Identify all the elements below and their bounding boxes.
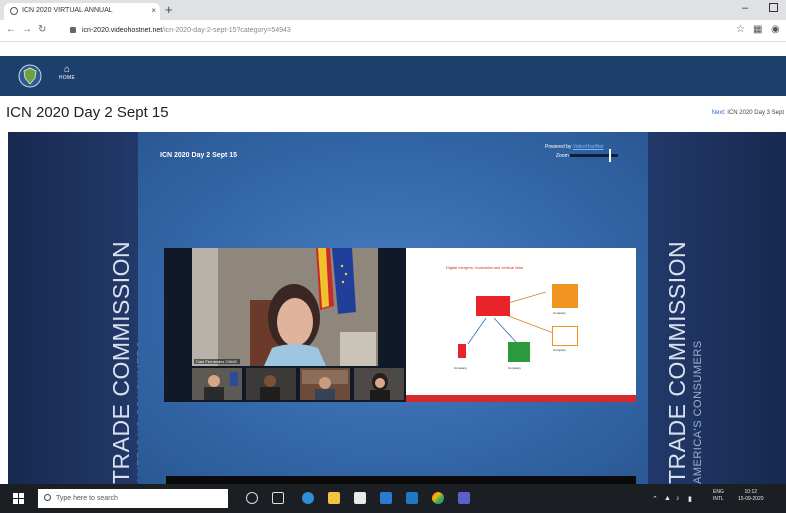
slide-central-company (476, 296, 510, 316)
browser-toolbar: ← → ↻ icn-2020.videohostnet.net/icn-2020… (0, 20, 786, 42)
home-link[interactable]: ⌂ HOME (58, 64, 76, 82)
extensions-icon[interactable]: ▦ (753, 24, 762, 35)
mail-icon[interactable] (406, 492, 418, 504)
site-header: ⌂ HOME (0, 56, 786, 96)
url-path: /icn-2020-day-2-sept-15?category=54943 (162, 27, 291, 34)
slide-caption: Company (508, 366, 521, 370)
back-icon[interactable]: ← (6, 24, 16, 35)
participant-thumbnail[interactable] (192, 368, 242, 400)
search-icon (44, 494, 51, 501)
browser-tab[interactable]: ICN 2020 VIRTUAL ANNUAL × (4, 3, 160, 20)
participant-thumbnail[interactable] (300, 368, 350, 400)
teams-icon[interactable] (458, 492, 470, 504)
next-label: Next: (711, 110, 726, 116)
network-icon[interactable]: ▲ (664, 495, 671, 502)
slide-company-box (552, 326, 578, 346)
volume-icon[interactable]: ♪ (676, 495, 680, 502)
speaker-video (192, 248, 378, 366)
clock[interactable]: 10:12 15-09-2020 (738, 489, 764, 503)
slide-company-box (552, 284, 578, 308)
zoom-slider-thumb[interactable] (609, 149, 612, 162)
left-banner: TRADE COMMISSION AMERICA'S CONSUMERS (8, 132, 148, 484)
video-player[interactable]: TRADE COMMISSION AMERICA'S CONSUMERS TRA… (8, 132, 786, 484)
zoom-label: Zoom (556, 153, 569, 159)
lock-icon (70, 27, 76, 33)
participant-thumbnail[interactable] (354, 368, 404, 400)
tab-title: ICN 2020 VIRTUAL ANNUAL (22, 7, 113, 14)
video-stage[interactable]: ICN 2020 Day 2 Sept 15 Powered by VideoH… (138, 132, 648, 484)
clock-date: 15-09-2020 (738, 496, 764, 502)
reload-icon[interactable]: ↻ (38, 24, 46, 35)
player-title: ICN 2020 Day 2 Sept 15 (160, 152, 238, 159)
right-banner-subtext: AMERICA'S CONSUMERS (692, 340, 704, 484)
task-view-icon[interactable] (272, 492, 284, 504)
language-code: ENG (713, 489, 724, 495)
conference-screen: Cani Fernández CNMC Digital mergers: hor… (164, 248, 636, 402)
participant-thumbnail[interactable] (246, 368, 296, 400)
file-explorer-icon[interactable] (328, 492, 340, 504)
right-banner: TRADE COMMISSION AMERICA'S CONSUMERS (648, 132, 786, 484)
windows-start-icon[interactable] (13, 493, 24, 504)
cortana-icon[interactable] (246, 492, 258, 504)
browser-tab-strip: ICN 2020 VIRTUAL ANNUAL × + – (0, 0, 786, 20)
region-code: INTL (713, 496, 724, 502)
chrome-icon[interactable] (432, 492, 444, 504)
powered-by-label: Powered by (545, 144, 572, 150)
url-host: icn-2020.videohostnet.net (82, 27, 163, 34)
tab-favicon-icon (10, 7, 18, 15)
next-video-link[interactable]: Next: ICN 2020 Day 3 Sept (712, 110, 784, 116)
slide-diagram (467, 291, 557, 345)
window-maximize-button[interactable] (769, 3, 778, 12)
powered-by-brand[interactable]: VideoHostNet (573, 144, 604, 150)
star-icon[interactable]: ☆ (736, 24, 745, 35)
window-minimize-button[interactable]: – (742, 2, 748, 14)
search-placeholder: Type here to search (56, 495, 118, 502)
tab-close-icon[interactable]: × (151, 6, 156, 15)
forward-icon[interactable]: → (22, 24, 32, 35)
taskbar-search-input[interactable]: Type here to search (38, 489, 228, 508)
next-title: ICN 2020 Day 3 Sept (727, 110, 784, 116)
taskbar: Type here to search ⌃ ▲ ♪ ▮ ENG INTL 10:… (0, 484, 786, 513)
left-banner-text: TRADE COMMISSION (108, 240, 134, 484)
battery-icon[interactable]: ▮ (688, 495, 692, 503)
powered-by: Powered by VideoHostNet (545, 144, 604, 150)
language-indicator[interactable]: ENG INTL (713, 489, 724, 503)
home-label: HOME (58, 75, 76, 81)
right-banner-text: TRADE COMMISSION (664, 240, 690, 484)
slide-caption: Company (553, 311, 566, 315)
profile-icon[interactable]: ◉ (771, 24, 780, 35)
presentation-slide: Digital mergers: horizontal and vertical… (406, 248, 636, 402)
address-bar[interactable]: icn-2020.videohostnet.net/icn-2020-day-2… (68, 23, 708, 39)
speaker-image (192, 248, 378, 366)
slide-company-box (508, 342, 530, 362)
slide-caption: Company (553, 348, 566, 352)
edge-browser-icon[interactable] (302, 492, 314, 504)
tray-chevron-icon[interactable]: ⌃ (652, 495, 658, 503)
home-icon: ⌂ (63, 64, 71, 75)
player-control-bar[interactable] (166, 476, 636, 484)
page-title: ICN 2020 Day 2 Sept 15 (6, 104, 169, 121)
site-logo-icon[interactable] (18, 64, 42, 88)
store-icon[interactable] (354, 492, 366, 504)
speaker-frame: Cani Fernández CNMC (164, 248, 406, 402)
speaker-name-label: Cani Fernández CNMC (194, 359, 240, 364)
new-tab-button[interactable]: + (165, 2, 173, 17)
settings-app-icon[interactable] (380, 492, 392, 504)
slide-caption: Company (454, 366, 467, 370)
clock-time: 10:12 (744, 489, 758, 495)
slide-company-box (458, 344, 466, 358)
